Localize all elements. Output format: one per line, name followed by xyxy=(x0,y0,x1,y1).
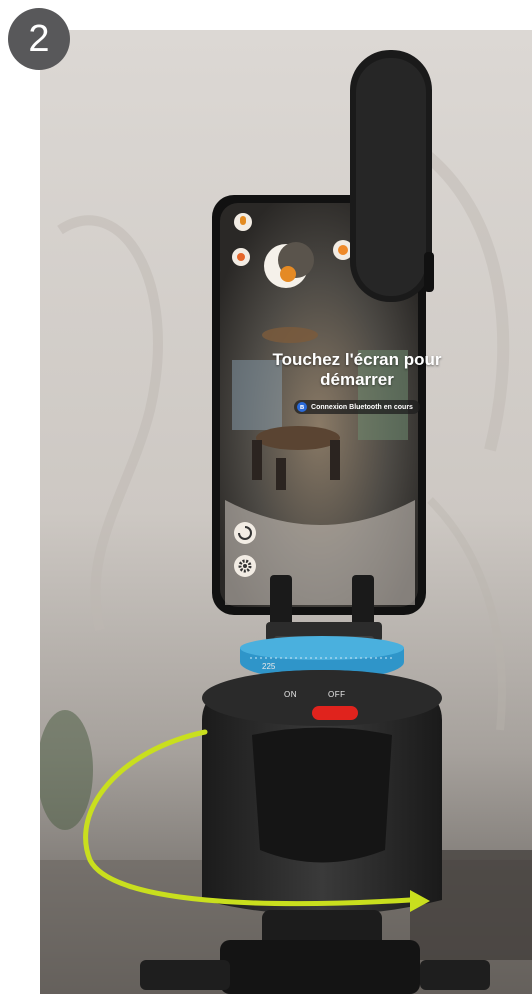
phone-screen-overlay: Touchez l'écran pour démarrer ʙ Connexio… xyxy=(252,350,462,414)
microphone-icon[interactable] xyxy=(234,213,252,231)
gear-icon[interactable] xyxy=(234,555,256,577)
step-badge: 2 xyxy=(8,8,70,70)
step-number: 2 xyxy=(28,17,50,60)
switch-off-label: OFF xyxy=(328,690,346,699)
screen-title[interactable]: Touchez l'écran pour démarrer xyxy=(252,350,462,390)
bluetooth-status: ʙ Connexion Bluetooth en cours xyxy=(294,400,420,414)
dial-label: 225 xyxy=(262,662,276,671)
bluetooth-icon: ʙ xyxy=(297,402,308,412)
record-icon[interactable] xyxy=(232,248,250,266)
photo-scene xyxy=(40,30,532,994)
product-photo: Touchez l'écran pour démarrer ʙ Connexio… xyxy=(40,30,532,994)
switch-on-label: ON xyxy=(284,690,297,699)
power-switch[interactable] xyxy=(312,706,358,720)
tripod-lock xyxy=(252,727,392,863)
bluetooth-status-label: Connexion Bluetooth en cours xyxy=(311,403,413,411)
rotate-icon[interactable] xyxy=(234,522,256,544)
tripod-base xyxy=(220,940,420,994)
